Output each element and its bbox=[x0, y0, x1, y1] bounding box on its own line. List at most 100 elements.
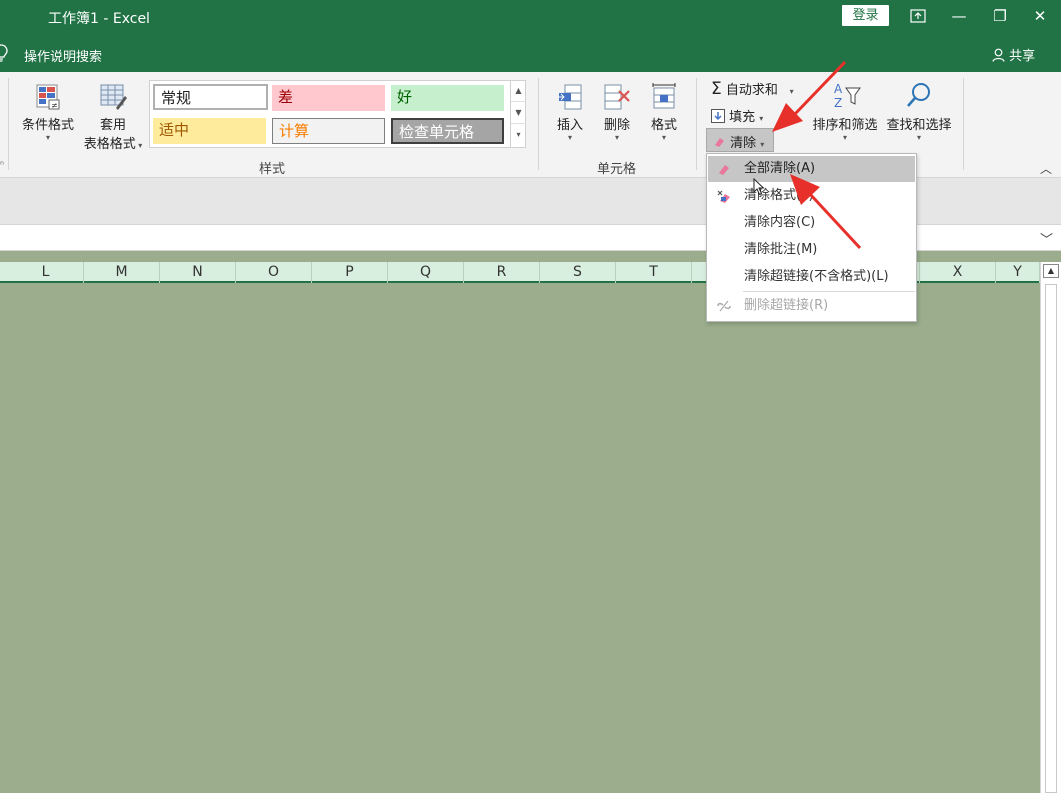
ribbon-separator bbox=[8, 78, 9, 170]
style-bad[interactable]: 差 bbox=[272, 85, 385, 111]
eraser-icon bbox=[719, 165, 729, 175]
fill-down-icon bbox=[711, 109, 725, 123]
conditional-format-label: 条件格式 bbox=[21, 118, 74, 133]
chevron-down-icon: ▾ bbox=[916, 133, 921, 142]
ribbon-display-icon bbox=[910, 9, 926, 23]
column-header-X[interactable]: X bbox=[920, 262, 996, 283]
menu-item-remove-hyperlinks: 删除超链接(R) bbox=[708, 293, 915, 319]
delete-button[interactable]: 删除 ▾ bbox=[600, 82, 634, 142]
person-icon bbox=[992, 48, 1005, 62]
insert-button[interactable]: 插入 ▾ bbox=[553, 82, 587, 142]
chevron-down-icon: ▾ bbox=[759, 114, 764, 123]
sort-filter-icon: A Z bbox=[834, 82, 861, 110]
style-good[interactable]: 好 bbox=[391, 85, 504, 111]
sort-filter-label: 排序和筛选 bbox=[812, 118, 878, 133]
cell-styles-gallery: 常规 差 好 适中 计算 检查单元格 bbox=[149, 80, 526, 148]
tell-me-search[interactable]: 操作说明搜索 bbox=[24, 46, 102, 65]
vertical-scrollbar[interactable]: ▲ bbox=[1040, 262, 1061, 793]
scroll-thumb[interactable] bbox=[1045, 284, 1057, 793]
close-button[interactable]: ✕ bbox=[1027, 4, 1053, 28]
delete-label: 删除 bbox=[603, 118, 630, 133]
menu-item-label: 清除批注(M) bbox=[744, 242, 818, 257]
styles-group-label: 样式 bbox=[259, 162, 286, 177]
menu-item-label: 全部清除(A) bbox=[744, 161, 816, 176]
svg-text:Z: Z bbox=[834, 96, 842, 110]
ribbon-display-options-button[interactable] bbox=[905, 4, 931, 28]
clear-dropdown-menu: 全部清除(A) 清除格式(F) 清除内容(C) 清除批注(M) 清除超链接(不含… bbox=[706, 153, 917, 322]
chevron-down-icon: ▾ bbox=[661, 133, 666, 142]
menu-item-clear-hyperlinks[interactable]: 清除超链接(不含格式)(L) bbox=[708, 264, 915, 290]
title-bar: 工作簿1 - Excel 登录 — ❐ ✕ bbox=[0, 0, 1061, 34]
delete-cells-icon bbox=[604, 84, 630, 110]
clear-label: 清除 bbox=[730, 136, 757, 151]
mouse-cursor-icon bbox=[753, 178, 765, 196]
maximize-button[interactable]: ❐ bbox=[987, 4, 1013, 28]
conditional-format-button[interactable]: ≠ 条件格式 ▾ bbox=[18, 82, 78, 142]
menu-item-clear-comments[interactable]: 清除批注(M) bbox=[708, 237, 915, 263]
menu-item-label: 清除超链接(不含格式)(L) bbox=[744, 269, 889, 284]
expand-formula-bar-icon[interactable]: ﹀ bbox=[1040, 229, 1053, 248]
clear-button-content[interactable]: 清除 ▾ bbox=[713, 132, 764, 151]
column-header-N[interactable]: N bbox=[160, 262, 236, 283]
login-button[interactable]: 登录 bbox=[842, 5, 889, 26]
column-header-T[interactable]: T bbox=[616, 262, 692, 283]
window-title: 工作簿1 - Excel bbox=[48, 11, 150, 27]
autosum-button[interactable]: Σ 自动求和 ▾ bbox=[711, 79, 794, 99]
menu-item-label: 删除超链接(R) bbox=[744, 298, 829, 313]
svg-text:≠: ≠ bbox=[51, 101, 58, 110]
menu-item-clear-contents[interactable]: 清除内容(C) bbox=[708, 210, 915, 236]
fill-label: 填充 bbox=[729, 110, 756, 125]
worksheet-grid[interactable] bbox=[0, 284, 1040, 793]
column-header-Y[interactable]: Y bbox=[996, 262, 1040, 283]
chevron-down-icon: ▾ bbox=[45, 133, 50, 142]
column-header-S[interactable]: S bbox=[540, 262, 616, 283]
menu-item-clear-formats[interactable]: 清除格式(F) bbox=[708, 183, 915, 209]
table-format-label-1: 套用 bbox=[99, 118, 126, 133]
format-button[interactable]: 格式 ▾ bbox=[647, 82, 681, 142]
conditional-format-icon: ≠ bbox=[36, 84, 60, 110]
menu-separator bbox=[743, 291, 915, 292]
svg-text:A: A bbox=[834, 82, 843, 96]
style-check-cell[interactable]: 检查单元格 bbox=[391, 118, 504, 144]
chevron-down-icon: ▾ bbox=[760, 140, 765, 149]
more-styles-icon[interactable]: ▾ bbox=[511, 124, 526, 146]
style-calculation[interactable]: 计算 bbox=[272, 118, 385, 144]
find-select-label: 查找和选择 bbox=[886, 118, 952, 133]
insert-label: 插入 bbox=[556, 118, 583, 133]
chevron-down-icon: ▾ bbox=[567, 133, 572, 142]
share-button[interactable]: 共享 bbox=[992, 45, 1035, 64]
scroll-down-icon[interactable]: ▼ bbox=[511, 102, 526, 124]
column-header-O[interactable]: O bbox=[236, 262, 312, 283]
menu-item-clear-all[interactable]: 全部清除(A) bbox=[708, 156, 915, 182]
ribbon-separator bbox=[963, 78, 964, 170]
prev-group-label-fragment: ⁿ bbox=[0, 160, 4, 171]
format-as-table-button[interactable]: 套用 表格格式 ▾ bbox=[80, 82, 146, 152]
share-label: 共享 bbox=[1009, 49, 1036, 64]
scroll-up-icon[interactable]: ▲ bbox=[511, 80, 526, 102]
scroll-up-arrow-icon[interactable]: ▲ bbox=[1043, 264, 1059, 278]
minimize-button[interactable]: — bbox=[946, 4, 972, 28]
chevron-down-icon: ▾ bbox=[782, 87, 794, 96]
column-header-P[interactable]: P bbox=[312, 262, 388, 283]
table-format-icon bbox=[100, 84, 127, 110]
column-header-R[interactable]: R bbox=[464, 262, 540, 283]
find-select-button[interactable]: 查找和选择 ▾ bbox=[884, 80, 954, 142]
lightbulb-icon bbox=[0, 44, 8, 62]
style-normal[interactable]: 常规 bbox=[153, 84, 268, 110]
autosum-label: 自动求和 bbox=[725, 83, 778, 98]
insert-cells-icon bbox=[558, 84, 582, 110]
chevron-down-icon: ▾ bbox=[842, 133, 847, 142]
sort-filter-button[interactable]: A Z 排序和筛选 ▾ bbox=[808, 80, 882, 142]
menu-item-label: 清除内容(C) bbox=[744, 215, 816, 230]
collapse-ribbon-icon[interactable]: ︿ bbox=[1040, 160, 1052, 177]
column-header-Q[interactable]: Q bbox=[388, 262, 464, 283]
column-header-L[interactable]: L bbox=[8, 262, 84, 283]
column-header-M[interactable]: M bbox=[84, 262, 160, 283]
style-neutral[interactable]: 适中 bbox=[153, 118, 266, 144]
tell-me-bar: 操作说明搜索 共享 bbox=[0, 34, 1061, 72]
unlink-icon bbox=[717, 300, 731, 312]
cells-group-label: 单元格 bbox=[597, 162, 637, 177]
chevron-down-icon: ▾ bbox=[135, 141, 143, 150]
fill-button[interactable]: 填充 ▾ bbox=[711, 106, 763, 125]
table-format-label-2: 表格格式 bbox=[83, 137, 136, 152]
